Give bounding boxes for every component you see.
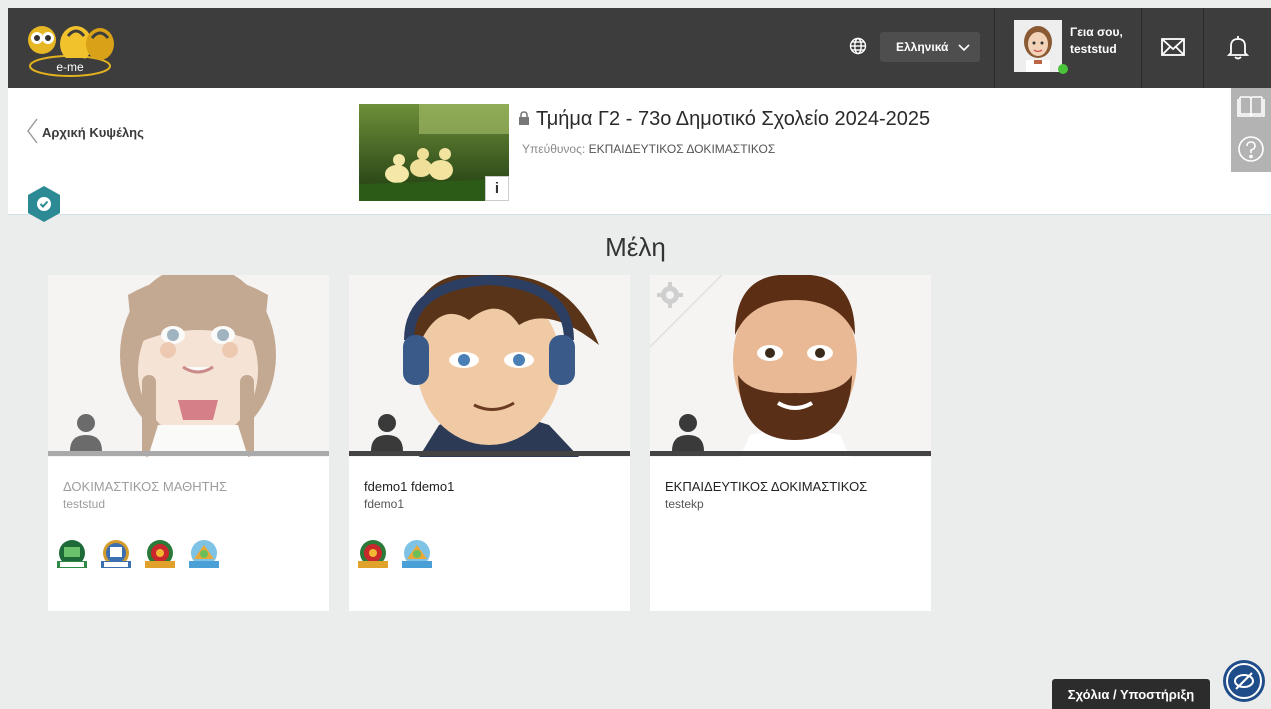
help-icon[interactable] — [1236, 134, 1266, 169]
page-title: Τμήμα Γ2 - 73ο Δημοτικό Σχολείο 2024-202… — [518, 108, 930, 131]
member-name: ΕΚΠΑΙΔΕΥΤΙΚΟΣ ΔΟΚΙΜΑΣΤΙΚΟΣ — [665, 479, 868, 494]
member-card[interactable]: ΕΚΠΑΙΔΕΥΤΙΚΟΣ ΔΟΚΙΜΑΣΤΙΚΟΣ testekp — [650, 275, 931, 611]
e-me-logo[interactable]: e-me — [20, 14, 120, 78]
language-select[interactable]: Ελληνικά — [880, 32, 980, 62]
member-username: teststud — [63, 497, 106, 511]
badge-icon[interactable] — [98, 537, 134, 573]
responsible-teacher: Υπεύθυνος: ΕΚΠΑΙΔΕΥΤΙΚΟΣ ΔΟΚΙΜΑΣΤΙΚΟΣ — [522, 142, 775, 156]
badge-icon[interactable] — [186, 537, 222, 573]
lock-icon — [518, 108, 530, 131]
avatar[interactable] — [1014, 20, 1062, 72]
chevron-left-icon — [26, 118, 38, 147]
user-greeting[interactable]: Γεια σου, teststud — [1070, 24, 1123, 58]
online-status-dot — [1058, 64, 1068, 74]
globe-icon — [848, 36, 868, 56]
book-icon[interactable] — [1236, 94, 1266, 125]
member-card[interactable]: fdemo1 fdemo1 fdemo1 — [349, 275, 630, 611]
side-tools — [1231, 88, 1271, 172]
chevron-down-icon — [958, 41, 970, 55]
bell-icon[interactable] — [1223, 32, 1253, 62]
back-link-label: Αρχική Κυψέλης — [42, 125, 144, 140]
member-username: testekp — [665, 497, 704, 511]
badge-icon[interactable] — [54, 537, 90, 573]
class-title-text: Τμήμα Γ2 - 73ο Δημοτικό Σχολείο 2024-202… — [536, 108, 931, 130]
user-icon — [369, 411, 405, 451]
badge-list — [54, 537, 222, 573]
badge-list — [355, 537, 435, 573]
class-header: Αρχική Κυψέλης i Τμήμα Γ2 - 73ο Δημοτικό… — [8, 88, 1271, 222]
user-icon — [670, 411, 706, 451]
accessibility-icon[interactable] — [1222, 659, 1266, 703]
user-icon — [68, 411, 104, 451]
member-card[interactable]: ΔΟΚΙΜΑΣΤΙΚΟΣ ΜΑΘΗΤΗΣ teststud — [48, 275, 329, 611]
settings-gear-icon[interactable] — [656, 281, 684, 314]
responsible-name: ΕΚΠΑΙΔΕΥΤΙΚΟΣ ΔΟΚΙΜΑΣΤΙΚΟΣ — [588, 142, 776, 156]
responsible-label: Υπεύθυνος: — [522, 142, 586, 156]
divider — [994, 8, 995, 88]
divider — [1203, 8, 1204, 88]
badge-icon[interactable] — [399, 537, 435, 573]
divider — [1141, 8, 1142, 88]
mail-icon[interactable] — [1158, 32, 1188, 62]
card-divider — [48, 451, 329, 456]
card-divider — [349, 451, 630, 456]
verified-badge-icon — [26, 184, 62, 224]
members-title: Μέλη — [605, 232, 666, 262]
badge-icon[interactable] — [355, 537, 391, 573]
class-info-button[interactable]: i — [485, 176, 509, 201]
language-select-value: Ελληνικά — [896, 40, 949, 54]
member-name: ΔΟΚΙΜΑΣΤΙΚΟΣ ΜΑΘΗΤΗΣ — [63, 479, 228, 494]
badge-icon[interactable] — [142, 537, 178, 573]
back-link[interactable]: Αρχική Κυψέλης — [26, 118, 144, 147]
username-label: teststud — [1070, 42, 1117, 56]
member-name: fdemo1 fdemo1 — [364, 479, 455, 494]
greeting-line: Γεια σου, — [1070, 25, 1123, 39]
card-divider — [650, 451, 931, 456]
top-bar: e-me Ελληνικά Γεια σου, teststud — [8, 8, 1271, 88]
svg-text:e-me: e-me — [56, 60, 84, 74]
member-username: fdemo1 — [364, 497, 405, 511]
